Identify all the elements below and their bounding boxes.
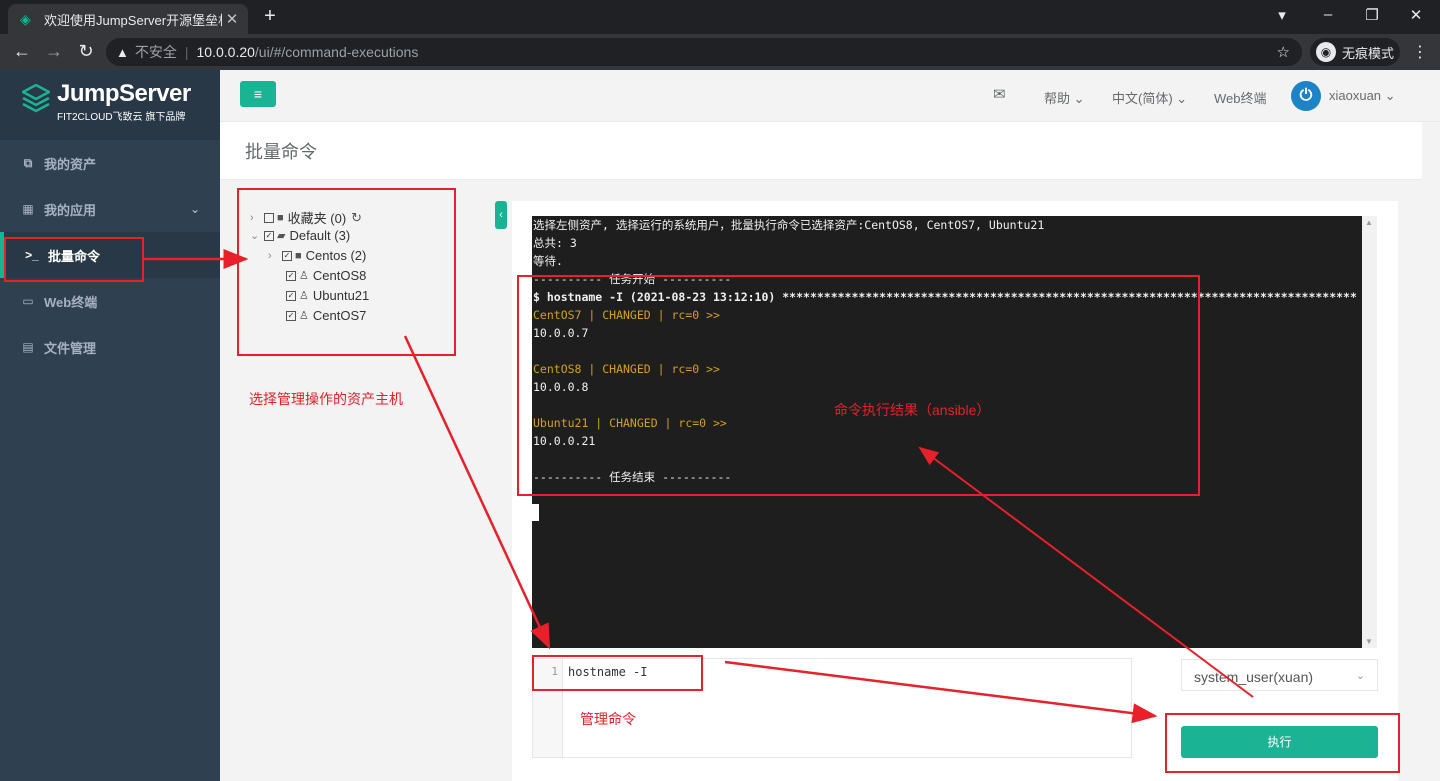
browser-tab[interactable]: ◈ 欢迎使用JumpServer开源堡垒机 ✕ [8, 4, 248, 34]
page-title: 批量命令 [245, 142, 317, 162]
sidebar-item-label: 我的资产 [44, 156, 97, 172]
terminal-scrollbar[interactable]: ▲ ▼ [1362, 216, 1377, 648]
sidebar: JumpServer FIT2CLOUD飞致云 旗下品牌 ⧉ 我的资产 ▦ 我的… [0, 70, 220, 781]
annotation-select-hosts: 选择管理操作的资产主机 [249, 391, 403, 407]
terminal-line: 等待. [533, 254, 563, 268]
help-label: 帮助 [1044, 91, 1071, 106]
scroll-down-icon[interactable]: ▼ [1365, 637, 1373, 646]
mail-icon[interactable]: ✉ [993, 85, 1006, 103]
restore-icon[interactable]: ❐ [1362, 6, 1382, 24]
system-user-value: system_user(xuan) [1194, 669, 1314, 685]
annotation-box-nav [4, 237, 144, 282]
annotation-box-result [517, 275, 1200, 496]
grid-icon: ▦ [22, 202, 34, 216]
sidebar-item-my-assets[interactable]: ⧉ 我的资产 [0, 140, 220, 186]
incognito-label: 无痕模式 [1342, 45, 1395, 61]
new-tab-button[interactable]: + [260, 5, 280, 28]
top-navbar: ≡ ✉ 帮助 ⌄ 中文(简体) ⌄ Web终端 ⏻ xiaoxuan ⌄ [220, 70, 1440, 122]
annotation-box-command [532, 655, 703, 691]
browser-tab-bar: ◈ 欢迎使用JumpServer开源堡垒机 ✕ + ▾ – ❐ ✕ [0, 0, 1440, 34]
terminal-line: 选择左侧资产, 选择运行的系统用户，批量执行命令已选择资产:CentOS8, C… [533, 218, 1045, 232]
browser-toolbar: ← → ↻ ▲ 不安全 | 10.0.0.20/ui/#/command-exe… [0, 34, 1440, 70]
assets-icon: ⧉ [23, 155, 33, 170]
username: xiaoxuan [1329, 88, 1382, 103]
window-icon: ▭ [22, 294, 34, 308]
user-menu[interactable]: xiaoxuan ⌄ [1329, 88, 1396, 104]
web-terminal-link[interactable]: Web终端 [1214, 88, 1267, 107]
tab-search-icon[interactable]: ▾ [1272, 6, 1292, 24]
sidebar-item-label: Web终端 [44, 294, 98, 310]
back-icon[interactable]: ← [10, 41, 34, 62]
logo-title: JumpServer [57, 80, 191, 107]
terminal-line: 总共: 3 [533, 236, 577, 250]
address-bar[interactable]: ▲ 不安全 | 10.0.0.20/ui/#/command-execution… [106, 38, 1302, 66]
security-label: 不安全 [134, 44, 177, 60]
sidebar-item-my-apps[interactable]: ▦ 我的应用 ⌄ [0, 186, 220, 232]
bookmark-star-icon[interactable]: ☆ [1277, 43, 1290, 61]
annotation-result: 命令执行结果（ansible） [834, 402, 991, 418]
minimize-icon[interactable]: – [1318, 6, 1338, 23]
jumpserver-logo-icon [22, 84, 50, 113]
url-path: /ui/#/command-executions [254, 44, 419, 60]
close-window-icon[interactable]: ✕ [1406, 6, 1426, 24]
help-menu[interactable]: 帮助 ⌄ [1044, 88, 1085, 107]
language-menu[interactable]: 中文(简体) ⌄ [1112, 88, 1187, 107]
close-tab-icon[interactable]: ✕ [222, 10, 242, 28]
system-user-select[interactable]: system_user(xuan) ⌄ [1181, 659, 1378, 691]
incognito-badge[interactable]: ◉ 无痕模式 [1310, 38, 1400, 66]
jumpserver-favicon-icon: ◈ [20, 11, 31, 27]
collapse-tree-button[interactable]: ‹ [495, 201, 507, 229]
chevron-down-icon: ⌄ [189, 202, 200, 216]
sidebar-item-label: 我的应用 [44, 202, 97, 218]
logo[interactable]: JumpServer FIT2CLOUD飞致云 旗下品牌 [0, 70, 220, 140]
incognito-icon: ◉ [1316, 42, 1336, 62]
page-heading: 批量命令 [220, 122, 1422, 180]
divider: | [184, 44, 189, 60]
sidebar-item-label: 文件管理 [44, 340, 97, 356]
terminal-cursor [532, 504, 539, 521]
scroll-up-icon[interactable]: ▲ [1365, 218, 1373, 227]
chevron-down-icon: ⌄ [1355, 670, 1365, 682]
annotation-box-run [1165, 713, 1400, 773]
warning-icon: ▲ [116, 44, 129, 60]
file-icon: ▤ [22, 340, 34, 354]
sidebar-item-file-manager[interactable]: ▤ 文件管理 [0, 324, 220, 370]
annotation-box-tree [237, 188, 456, 356]
annotation-manage-cmd: 管理命令 [580, 711, 636, 727]
forward-icon[interactable]: → [42, 41, 66, 62]
browser-menu-icon[interactable]: ⋮ [1410, 42, 1430, 62]
menu-toggle-button[interactable]: ≡ [240, 81, 276, 107]
avatar[interactable]: ⏻ [1291, 81, 1321, 111]
language-label: 中文(简体) [1112, 91, 1173, 106]
logo-subtitle: FIT2CLOUD飞致云 旗下品牌 [57, 112, 186, 123]
reload-icon[interactable]: ↻ [74, 41, 98, 62]
url-host: 10.0.0.20 [196, 44, 255, 60]
tab-title: 欢迎使用JumpServer开源堡垒机 [44, 12, 222, 28]
sidebar-item-web-terminal[interactable]: ▭ Web终端 [0, 278, 220, 324]
